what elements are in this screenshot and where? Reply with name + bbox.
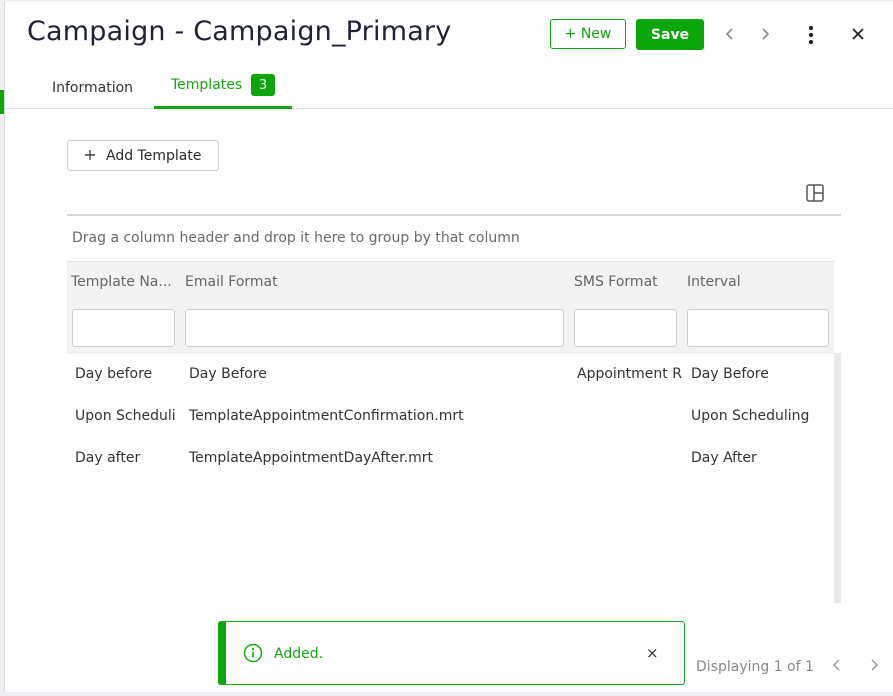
grid-divider (67, 214, 841, 216)
column-header-template-name[interactable]: Template Na... (71, 274, 175, 290)
filter-email-format[interactable] (185, 309, 564, 347)
campaign-dialog: Campaign - Campaign_Primary + New Save I… (4, 2, 893, 692)
new-button[interactable]: + New (550, 19, 626, 49)
column-header-sms-format[interactable]: SMS Format (574, 274, 678, 290)
chevron-right-icon[interactable] (869, 659, 879, 675)
chevron-right-icon[interactable] (755, 24, 775, 44)
more-vertical-icon[interactable] (801, 24, 821, 46)
cell-email-format: TemplateAppointmentConfirmation.mrt (189, 408, 464, 424)
grid-scrollbar[interactable] (834, 353, 841, 603)
table-row[interactable]: Day before Day Before Appointment R Day … (67, 353, 834, 395)
column-header-email-format[interactable]: Email Format (185, 274, 565, 290)
cell-sms-format: Appointment R (577, 366, 682, 382)
grid-header: Template Na... Email Format SMS Format I… (67, 261, 834, 354)
toast-message: Added. (274, 646, 324, 662)
group-panel-hint: Drag a column header and drop it here to… (72, 230, 520, 246)
chevron-left-icon[interactable] (720, 24, 740, 44)
cell-template-name: Upon Scheduli (75, 408, 176, 424)
toast-notification: Added. × (218, 621, 685, 685)
cell-email-format: TemplateAppointmentDayAfter.mrt (189, 450, 433, 466)
table-row[interactable]: Upon Scheduli TemplateAppointmentConfirm… (67, 395, 834, 437)
count-badge: 3 (251, 74, 275, 96)
cell-interval: Day Before (691, 366, 769, 382)
plus-icon (84, 146, 96, 165)
filter-template-name[interactable] (72, 309, 175, 347)
save-button[interactable]: Save (636, 19, 704, 50)
filter-interval[interactable] (687, 309, 829, 347)
chevron-left-icon[interactable] (832, 659, 842, 675)
add-template-label: Add Template (106, 147, 202, 164)
tab-templates[interactable]: Templates 3 (154, 72, 292, 109)
tab-bar: Information Templates 3 (5, 72, 893, 109)
cell-interval: Upon Scheduling (691, 408, 810, 424)
close-icon[interactable]: × (646, 644, 659, 662)
grid-body: Day before Day Before Appointment R Day … (67, 353, 834, 603)
pager: Displaying 1 of 1 (696, 659, 879, 675)
add-template-button[interactable]: Add Template (67, 140, 219, 171)
table-row[interactable]: Day after TemplateAppointmentDayAfter.mr… (67, 437, 834, 479)
close-icon[interactable] (848, 24, 868, 44)
pager-status: Displaying 1 of 1 (696, 659, 814, 675)
cell-template-name: Day after (75, 450, 141, 466)
cell-email-format: Day Before (189, 366, 267, 382)
page-title: Campaign - Campaign_Primary (27, 16, 452, 47)
filter-sms-format[interactable] (574, 309, 677, 347)
column-header-interval[interactable]: Interval (687, 274, 827, 290)
info-icon (243, 643, 263, 663)
column-chooser-icon[interactable] (805, 183, 825, 203)
cell-template-name: Day before (75, 366, 153, 382)
tab-templates-label: Templates (171, 77, 243, 93)
cell-interval: Day After (691, 450, 757, 466)
tab-information[interactable]: Information (52, 80, 133, 96)
